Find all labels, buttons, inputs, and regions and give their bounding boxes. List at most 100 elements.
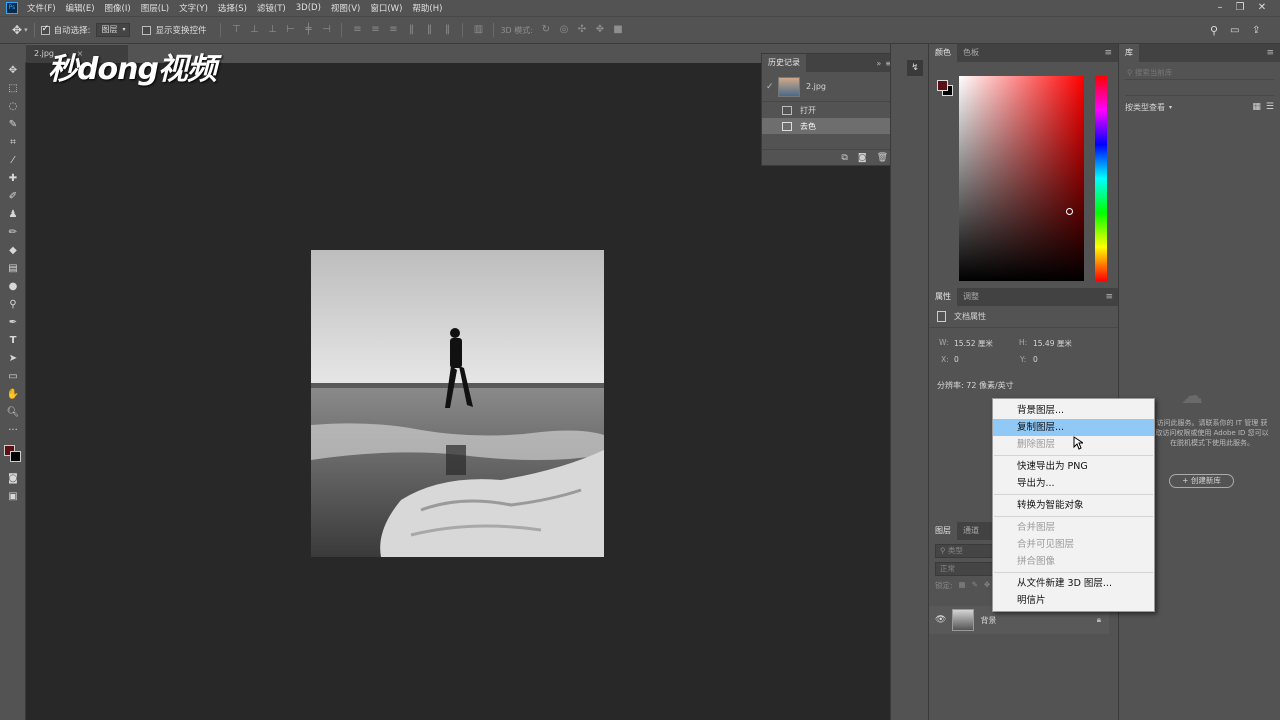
camera-icon[interactable]: ◙ [858,153,867,163]
align-top-icon[interactable]: ⊤ [231,25,241,35]
tab-layers[interactable]: 图层 [929,522,957,540]
panel-menu-icon[interactable]: ≡ [1104,48,1112,58]
auto-select-checkbox[interactable] [40,24,50,35]
distribute-bottom-icon[interactable]: ≡ [388,25,398,35]
3d-slide-icon[interactable]: ✥ [595,25,605,35]
history-panel-title[interactable]: 历史记录 [762,54,806,72]
close-icon[interactable]: ✕ [1252,0,1272,16]
foreground-color-swatch[interactable] [937,80,948,91]
eyedropper-tool-icon[interactable]: ⁄ [0,152,26,170]
background-color-swatch[interactable] [10,451,21,462]
panel-menu-icon[interactable]: ≡ [1266,48,1274,58]
menu-layer[interactable]: 图层(L) [141,2,169,14]
tab-properties[interactable]: 属性 [929,288,957,306]
history-item[interactable]: 去色 [762,118,898,134]
menu-type[interactable]: 文字(Y) [179,2,208,14]
minimize-icon[interactable]: – [1210,0,1230,16]
screen-mode-icon[interactable]: ▣ [0,488,26,506]
healing-tool-icon[interactable]: ✚ [0,170,26,188]
menu-item-postcard[interactable]: 明信片 [993,592,1154,609]
menu-help[interactable]: 帮助(H) [412,2,442,14]
quick-mask-icon[interactable]: ◙ [0,470,26,488]
menu-view[interactable]: 视图(V) [331,2,360,14]
create-library-button[interactable]: + 创建新库 [1169,474,1234,488]
auto-align-icon[interactable]: ▥ [473,25,483,35]
gradient-tool-icon[interactable]: ▤ [0,260,26,278]
color-picker-marker[interactable] [1066,208,1073,215]
hue-slider[interactable] [1095,76,1107,281]
history-brush-source-icon[interactable]: ✓ [766,82,778,92]
menu-item-duplicate-layer[interactable]: 复制图层... [993,419,1154,436]
menu-item-merge-layers[interactable]: 合并图层 [993,519,1154,536]
brush-tool-icon[interactable]: ✐ [0,188,26,206]
menu-item-flatten-image[interactable]: 拼合图像 [993,553,1154,570]
library-search-input[interactable]: ⚲ 搜索当前库 [1125,66,1274,80]
tab-channels[interactable]: 通道 [957,522,985,540]
lock-paint-icon[interactable]: ✎ [972,580,978,591]
history-item[interactable]: 打开 [762,102,898,118]
eraser-tool-icon[interactable]: ◆ [0,242,26,260]
width-value[interactable]: 15.52 厘米 [954,338,993,349]
3d-scale-icon[interactable]: ■ [613,25,623,35]
menu-image[interactable]: 图像(I) [105,2,131,14]
panel-menu-icon[interactable]: ≡ [1105,292,1113,302]
hand-tool-icon[interactable]: ✋ [0,386,26,404]
3d-orbit-icon[interactable]: ↻ [541,25,551,35]
auto-select-dropdown[interactable]: 图层 ▾ [96,23,131,37]
y-value[interactable]: 0 [1033,355,1038,364]
distribute-vcenter-icon[interactable]: ≡ [370,25,380,35]
move-tool-icon[interactable]: ✥ [12,23,22,37]
crop-tool-icon[interactable]: ⌗ [0,134,26,152]
x-value[interactable]: 0 [954,355,959,364]
lock-position-icon[interactable]: ✥ [984,580,990,591]
tab-color[interactable]: 颜色 [929,44,957,62]
search-icon[interactable]: ⚲ [1210,24,1218,37]
align-right-icon[interactable]: ⊣ [321,25,331,35]
chevron-down-icon[interactable]: ▾ [1169,104,1172,111]
menu-item-merge-visible[interactable]: 合并可见图层 [993,536,1154,553]
menu-item-convert-smart-object[interactable]: 转换为智能对象 [993,497,1154,514]
distribute-left-icon[interactable]: ‖ [406,25,416,35]
menu-edit[interactable]: 编辑(E) [66,2,95,14]
color-field[interactable] [959,76,1084,281]
pen-tool-icon[interactable]: ✒ [0,314,26,332]
align-vcenter-icon[interactable]: ⊥ [249,25,259,35]
layer-name[interactable]: 背景 [980,615,996,626]
trash-icon[interactable]: 🗑︎ [877,153,888,163]
restore-icon[interactable]: ❐ [1230,0,1250,16]
chevron-down-icon[interactable]: ▾ [24,26,28,34]
tab-libraries[interactable]: 库 [1119,44,1139,62]
workspace-icon[interactable]: ▭ [1230,25,1239,36]
height-value[interactable]: 15.49 厘米 [1033,338,1072,349]
align-bottom-icon[interactable]: ⊥ [267,25,277,35]
history-panel-icon[interactable]: ↯ [907,60,923,76]
marquee-tool-icon[interactable]: ⬚ [0,80,26,98]
menu-item-export-as[interactable]: 导出为... [993,475,1154,492]
menu-window[interactable]: 窗口(W) [370,2,402,14]
type-tool-icon[interactable]: T [0,332,26,350]
lasso-tool-icon[interactable]: ◌ [0,98,26,116]
lock-transparent-icon[interactable]: ▦ [959,580,966,591]
distribute-hcenter-icon[interactable]: ‖ [424,25,434,35]
eye-icon[interactable]: 👁︎ [935,615,946,625]
tab-adjustments[interactable]: 调整 [957,288,985,306]
share-icon[interactable]: ⇪ [1252,25,1260,36]
menu-item-background-layer[interactable]: 背景图层... [993,402,1154,419]
tab-swatches[interactable]: 色板 [957,44,985,62]
new-document-from-state-icon[interactable]: ⧉ [841,153,847,163]
menu-filter[interactable]: 滤镜(T) [257,2,286,14]
3d-roll-icon[interactable]: ◎ [559,25,569,35]
blend-mode-select[interactable]: 正常 [935,562,995,576]
menu-item-quick-export-png[interactable]: 快速导出为 PNG [993,458,1154,475]
more-tools-icon[interactable]: ··· [0,422,26,440]
library-view-label[interactable]: 按类型查看 [1125,102,1165,113]
path-select-tool-icon[interactable]: ➤ [0,350,26,368]
show-transform-checkbox[interactable] [142,25,152,35]
rectangle-tool-icon[interactable]: ▭ [0,368,26,386]
menu-select[interactable]: 选择(S) [218,2,247,14]
menu-3d[interactable]: 3D(D) [296,3,321,13]
stamp-tool-icon[interactable]: ♟ [0,206,26,224]
dodge-tool-icon[interactable]: ⚲ [0,296,26,314]
history-snapshot[interactable]: ✓ 2.jpg [762,72,898,102]
align-hcenter-icon[interactable]: ╪ [303,25,313,35]
